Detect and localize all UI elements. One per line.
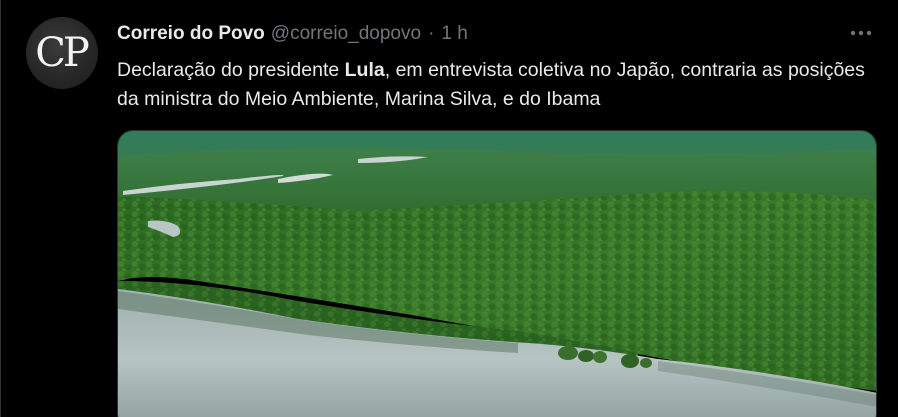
tweet-timestamp[interactable]: 1 h xyxy=(441,23,467,45)
tweet-text: Declaração do presidente Lula, em entrev… xyxy=(117,56,887,114)
avatar[interactable]: CP xyxy=(26,17,98,89)
more-options-button[interactable] xyxy=(848,20,874,46)
more-horizontal-icon xyxy=(850,30,872,36)
aerial-forest-river-photo xyxy=(118,131,876,417)
author-handle[interactable]: @correio_dopovo xyxy=(271,23,421,45)
tweet-header: Correio do Povo @correio_dopovo · 1 h xyxy=(117,22,468,46)
header-separator: · xyxy=(428,23,435,44)
tweet-text-before: Declaração do presidente xyxy=(117,59,345,81)
tweet-media-image[interactable] xyxy=(117,130,877,417)
author-display-name[interactable]: Correio do Povo xyxy=(117,23,265,45)
avatar-logo-text: CP xyxy=(35,30,90,76)
tweet-text-bold: Lula xyxy=(344,59,385,81)
tweet-card[interactable]: CP Correio do Povo @correio_dopovo · 1 h… xyxy=(0,0,898,417)
